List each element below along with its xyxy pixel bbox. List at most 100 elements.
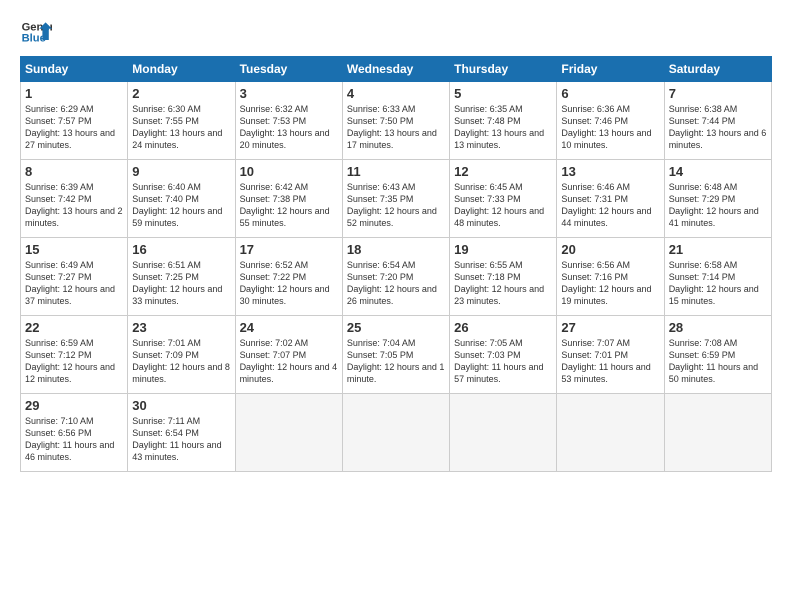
logo-icon: General Blue	[20, 16, 52, 48]
calendar-table: SundayMondayTuesdayWednesdayThursdayFrid…	[20, 56, 772, 472]
cell-content: Sunrise: 6:43 AMSunset: 7:35 PMDaylight:…	[347, 181, 445, 230]
table-row: 2Sunrise: 6:30 AMSunset: 7:55 PMDaylight…	[128, 82, 235, 160]
table-row: 15 Sunrise: 6:49 AMSunset: 7:27 PMDayligh…	[21, 238, 128, 316]
day-number: 15	[25, 242, 123, 257]
table-row: 13Sunrise: 6:46 AMSunset: 7:31 PMDayligh…	[557, 160, 664, 238]
day-number: 12	[454, 164, 552, 179]
cell-content: Sunrise: 6:48 AMSunset: 7:29 PMDaylight:…	[669, 181, 767, 230]
table-row: 22 Sunrise: 6:59 AMSunset: 7:12 PMDayligh…	[21, 316, 128, 394]
cell-content: Sunrise: 7:05 AMSunset: 7:03 PMDaylight:…	[454, 337, 552, 386]
page: General Blue SundayMondayTuesdayWednesda…	[0, 0, 792, 482]
cell-content: Sunrise: 6:55 AMSunset: 7:18 PMDaylight:…	[454, 259, 552, 308]
table-row: 25Sunrise: 7:04 AMSunset: 7:05 PMDayligh…	[342, 316, 449, 394]
cell-content: Sunrise: 6:45 AMSunset: 7:33 PMDaylight:…	[454, 181, 552, 230]
day-number: 6	[561, 86, 659, 101]
table-row: 12 Sunrise: 6:45 AMSunset: 7:33 PMDayligh…	[450, 160, 557, 238]
table-row: 24 Sunrise: 7:02 AMSunset: 7:07 PMDayligh…	[235, 316, 342, 394]
table-row	[450, 394, 557, 472]
table-row: 29 Sunrise: 7:10 AMSunset: 6:56 PMDayligh…	[21, 394, 128, 472]
table-row: 30 Sunrise: 7:11 AMSunset: 6:54 PMDayligh…	[128, 394, 235, 472]
day-number: 24	[240, 320, 338, 335]
day-number: 3	[240, 86, 338, 101]
cell-content: Sunrise: 6:56 AMSunset: 7:16 PMDaylight:…	[561, 259, 659, 308]
col-header-wednesday: Wednesday	[342, 57, 449, 82]
cell-content: Sunrise: 7:10 AMSunset: 6:56 PMDaylight:…	[25, 415, 123, 464]
cell-content: Sunrise: 6:32 AMSunset: 7:53 PMDaylight:…	[240, 103, 338, 152]
cell-content: Sunrise: 7:08 AMSunset: 6:59 PMDaylight:…	[669, 337, 767, 386]
col-header-saturday: Saturday	[664, 57, 771, 82]
table-row: 3 Sunrise: 6:32 AMSunset: 7:53 PMDaylight…	[235, 82, 342, 160]
day-number: 18	[347, 242, 445, 257]
day-number: 23	[132, 320, 230, 335]
table-row: 7 Sunrise: 6:38 AMSunset: 7:44 PMDaylight…	[664, 82, 771, 160]
logo: General Blue	[20, 16, 52, 48]
col-header-friday: Friday	[557, 57, 664, 82]
cell-content: Sunrise: 7:01 AMSunset: 7:09 PMDaylight:…	[132, 337, 230, 386]
col-header-sunday: Sunday	[21, 57, 128, 82]
cell-content: Sunrise: 7:02 AMSunset: 7:07 PMDaylight:…	[240, 337, 338, 386]
day-number: 27	[561, 320, 659, 335]
cell-content: Sunrise: 6:46 AMSunset: 7:31 PMDaylight:…	[561, 181, 659, 230]
table-row	[342, 394, 449, 472]
table-row: 20 Sunrise: 6:56 AMSunset: 7:16 PMDayligh…	[557, 238, 664, 316]
table-row: 18 Sunrise: 6:54 AMSunset: 7:20 PMDayligh…	[342, 238, 449, 316]
table-row: 17 Sunrise: 6:52 AMSunset: 7:22 PMDayligh…	[235, 238, 342, 316]
table-row	[664, 394, 771, 472]
day-number: 16	[132, 242, 230, 257]
cell-content: Sunrise: 6:54 AMSunset: 7:20 PMDaylight:…	[347, 259, 445, 308]
day-number: 21	[669, 242, 767, 257]
day-number: 30	[132, 398, 230, 413]
day-number: 1	[25, 86, 123, 101]
cell-content: Sunrise: 7:11 AMSunset: 6:54 PMDaylight:…	[132, 415, 230, 464]
cell-content: Sunrise: 6:52 AMSunset: 7:22 PMDaylight:…	[240, 259, 338, 308]
cell-content: Sunrise: 6:38 AMSunset: 7:44 PMDaylight:…	[669, 103, 767, 152]
table-row: 16 Sunrise: 6:51 AMSunset: 7:25 PMDayligh…	[128, 238, 235, 316]
table-row	[557, 394, 664, 472]
col-header-thursday: Thursday	[450, 57, 557, 82]
cell-content: Sunrise: 6:59 AMSunset: 7:12 PMDaylight:…	[25, 337, 123, 386]
table-row	[235, 394, 342, 472]
table-row: 8Sunrise: 6:39 AMSunset: 7:42 PMDaylight…	[21, 160, 128, 238]
cell-content: Sunrise: 6:51 AMSunset: 7:25 PMDaylight:…	[132, 259, 230, 308]
day-number: 14	[669, 164, 767, 179]
header: General Blue	[20, 16, 772, 48]
day-number: 22	[25, 320, 123, 335]
day-number: 4	[347, 86, 445, 101]
table-row: 5 Sunrise: 6:35 AMSunset: 7:48 PMDaylight…	[450, 82, 557, 160]
table-row: 1 Sunrise: 6:29 AMSunset: 7:57 PMDaylight…	[21, 82, 128, 160]
day-number: 28	[669, 320, 767, 335]
cell-content: Sunrise: 7:07 AMSunset: 7:01 PMDaylight:…	[561, 337, 659, 386]
day-number: 19	[454, 242, 552, 257]
cell-content: Sunrise: 6:39 AMSunset: 7:42 PMDaylight:…	[25, 181, 123, 230]
cell-content: Sunrise: 6:49 AMSunset: 7:27 PMDaylight:…	[25, 259, 123, 308]
table-row: 14 Sunrise: 6:48 AMSunset: 7:29 PMDayligh…	[664, 160, 771, 238]
cell-content: Sunrise: 6:58 AMSunset: 7:14 PMDaylight:…	[669, 259, 767, 308]
cell-content: Sunrise: 6:36 AMSunset: 7:46 PMDaylight:…	[561, 103, 659, 152]
day-number: 9	[132, 164, 230, 179]
cell-content: Sunrise: 6:42 AMSunset: 7:38 PMDaylight:…	[240, 181, 338, 230]
day-number: 11	[347, 164, 445, 179]
day-number: 17	[240, 242, 338, 257]
day-number: 2	[132, 86, 230, 101]
table-row: 4 Sunrise: 6:33 AMSunset: 7:50 PMDaylight…	[342, 82, 449, 160]
table-row: 26 Sunrise: 7:05 AMSunset: 7:03 PMDayligh…	[450, 316, 557, 394]
day-number: 29	[25, 398, 123, 413]
svg-text:Blue: Blue	[22, 33, 46, 45]
cell-content: Sunrise: 7:04 AMSunset: 7:05 PMDaylight:…	[347, 337, 445, 386]
table-row: 23 Sunrise: 7:01 AMSunset: 7:09 PMDayligh…	[128, 316, 235, 394]
cell-content: Sunrise: 6:35 AMSunset: 7:48 PMDaylight:…	[454, 103, 552, 152]
cell-content: Sunrise: 6:29 AMSunset: 7:57 PMDaylight:…	[25, 103, 123, 152]
table-row: 9 Sunrise: 6:40 AMSunset: 7:40 PMDaylight…	[128, 160, 235, 238]
table-row: 28 Sunrise: 7:08 AMSunset: 6:59 PMDayligh…	[664, 316, 771, 394]
table-row: 27 Sunrise: 7:07 AMSunset: 7:01 PMDayligh…	[557, 316, 664, 394]
cell-content: Sunrise: 6:33 AMSunset: 7:50 PMDaylight:…	[347, 103, 445, 152]
day-number: 5	[454, 86, 552, 101]
col-header-monday: Monday	[128, 57, 235, 82]
table-row: 6 Sunrise: 6:36 AMSunset: 7:46 PMDaylight…	[557, 82, 664, 160]
table-row: 19 Sunrise: 6:55 AMSunset: 7:18 PMDayligh…	[450, 238, 557, 316]
day-number: 20	[561, 242, 659, 257]
table-row: 11 Sunrise: 6:43 AMSunset: 7:35 PMDayligh…	[342, 160, 449, 238]
day-number: 7	[669, 86, 767, 101]
cell-content: Sunrise: 6:40 AMSunset: 7:40 PMDaylight:…	[132, 181, 230, 230]
day-number: 26	[454, 320, 552, 335]
